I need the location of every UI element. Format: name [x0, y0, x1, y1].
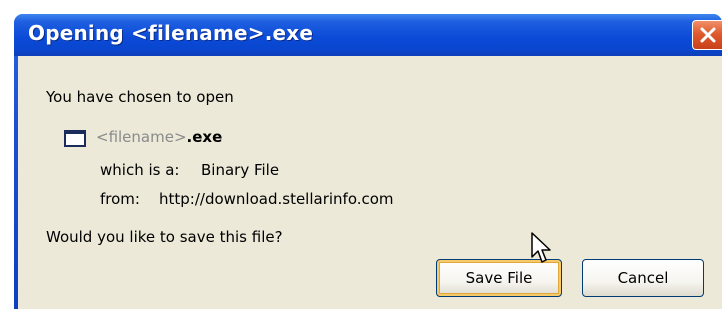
cancel-button[interactable]: Cancel — [582, 259, 704, 297]
window-app-icon — [64, 130, 86, 147]
intro-text: You have chosen to open — [46, 88, 234, 106]
file-name: <filename>.exe — [96, 128, 222, 146]
title-bar[interactable]: Opening <filename>.exe — [14, 14, 722, 56]
close-button[interactable] — [692, 20, 722, 50]
download-dialog-window: Opening <filename>.exe You have chosen t… — [14, 14, 722, 309]
dialog-body: You have chosen to open <filename>.exe w… — [18, 56, 722, 309]
arrow-cursor-icon — [531, 232, 551, 263]
file-type-label: which is a: — [100, 161, 180, 179]
window-title: Opening <filename>.exe — [28, 21, 314, 45]
file-name-extension: .exe — [186, 128, 223, 146]
file-name-tag: <filename> — [96, 128, 187, 146]
file-source-url: http://download.stellarinfo.com — [159, 190, 394, 208]
save-question: Would you like to save this file? — [46, 228, 283, 246]
file-source-label: from: — [100, 190, 140, 208]
close-icon — [700, 27, 716, 43]
file-type-value: Binary File — [201, 161, 280, 179]
